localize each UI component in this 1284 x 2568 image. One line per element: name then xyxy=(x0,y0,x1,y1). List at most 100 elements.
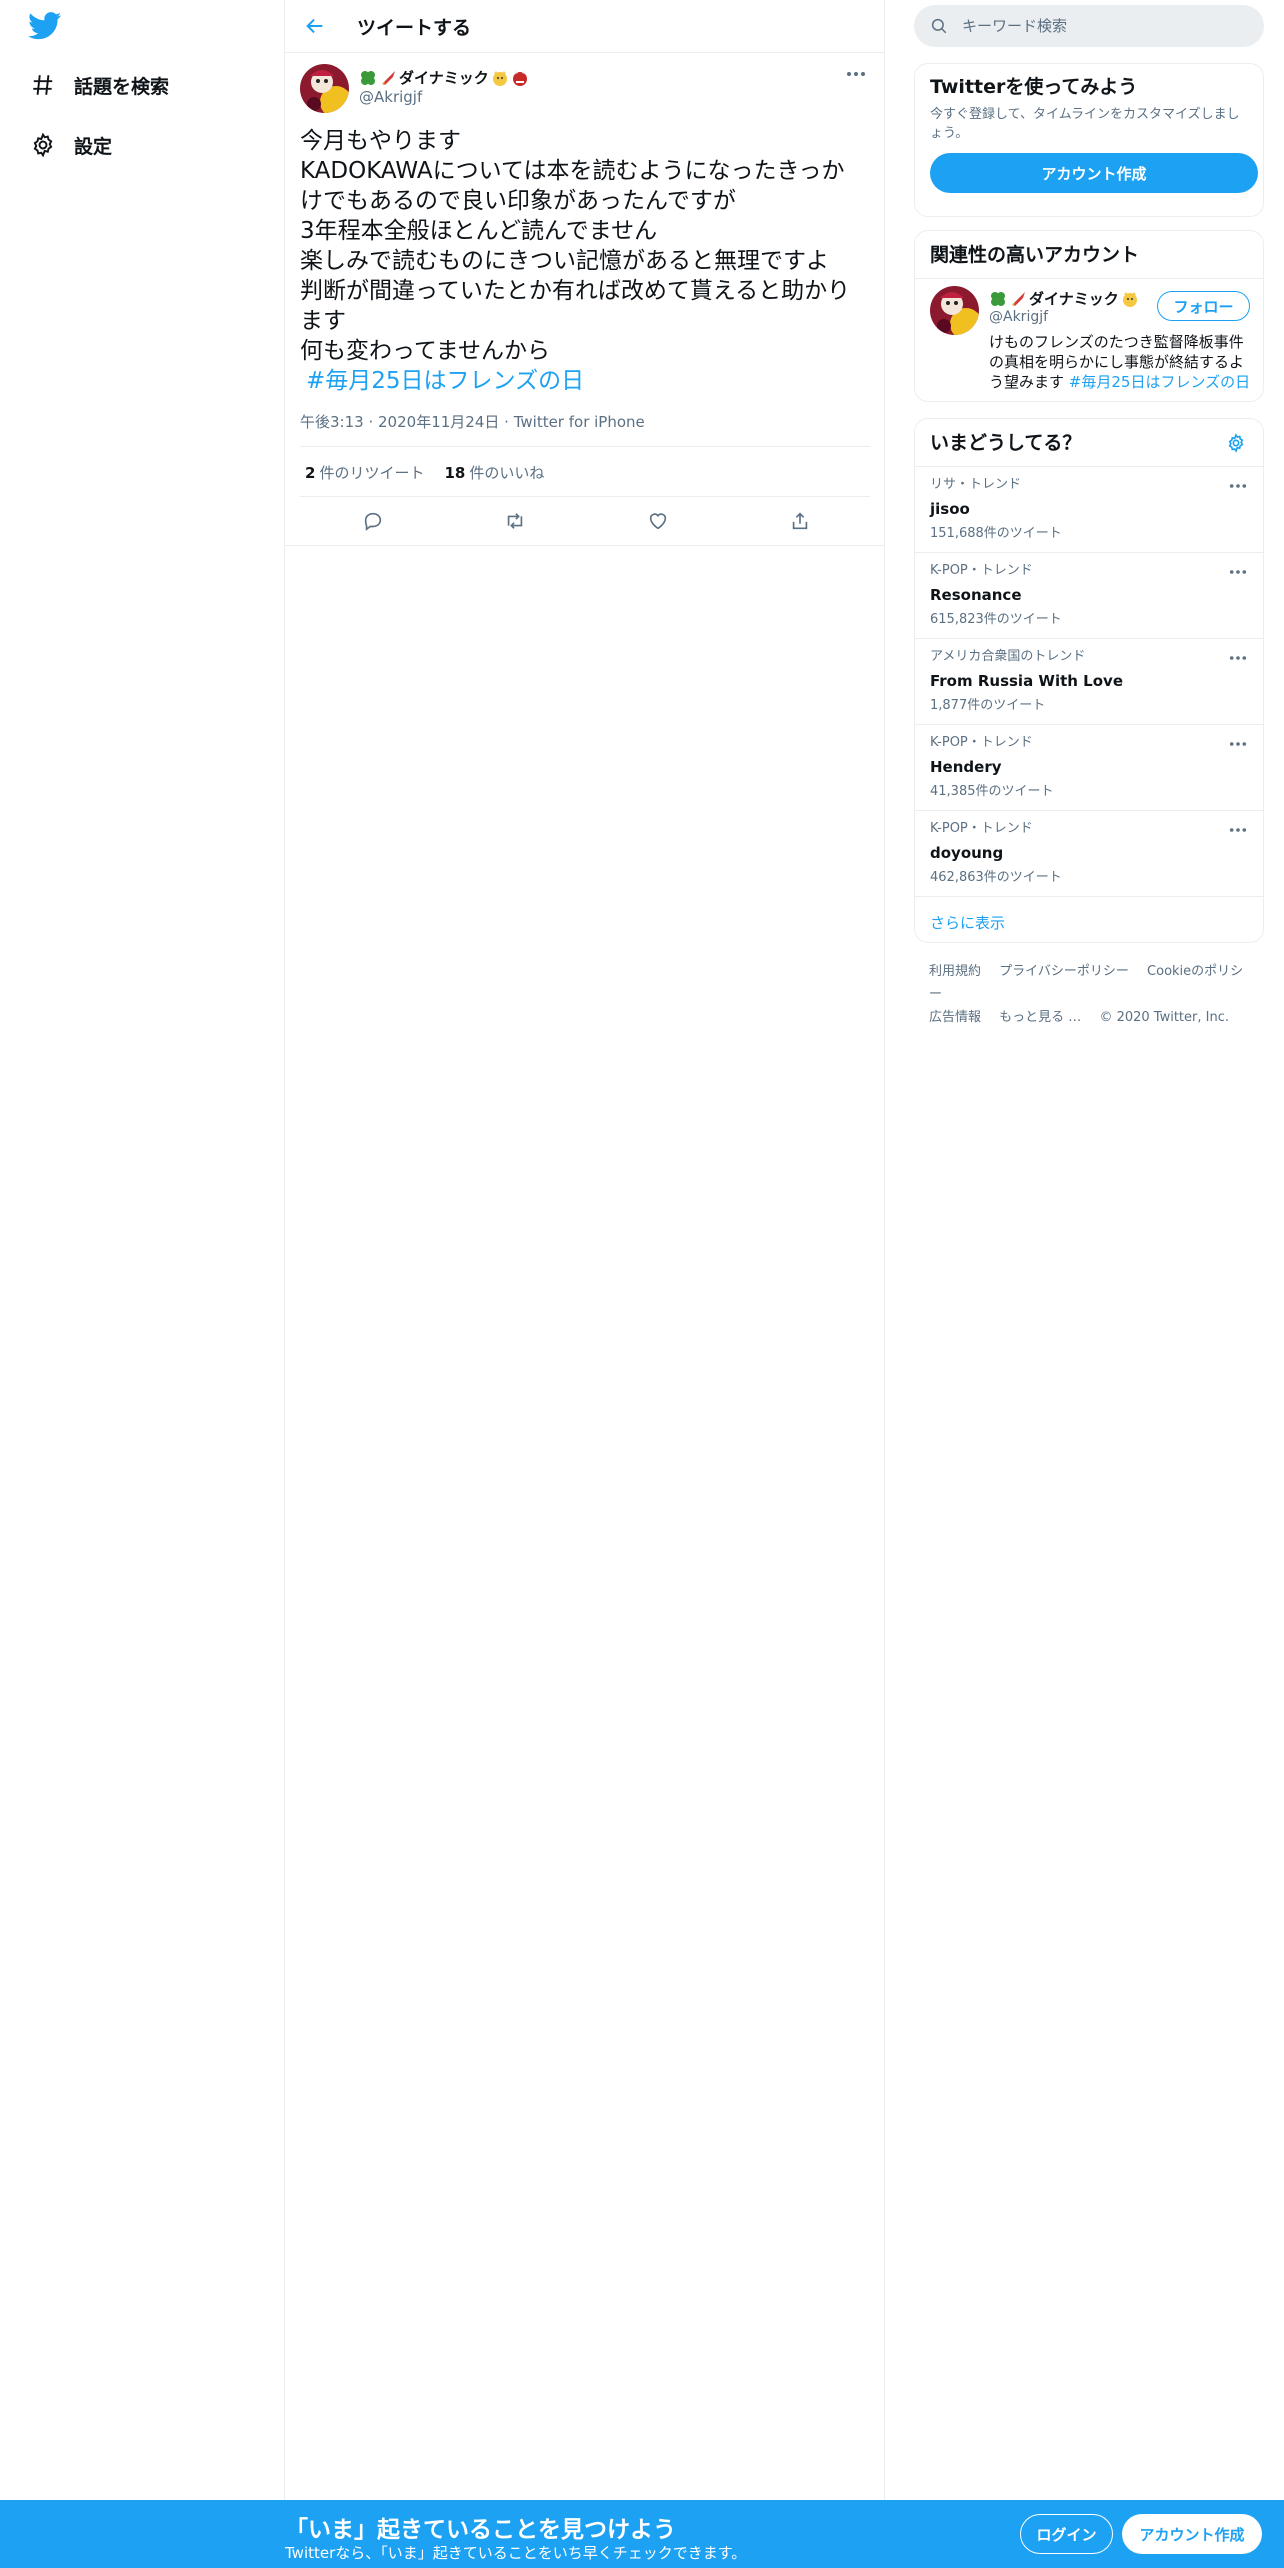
trend-more-button[interactable] xyxy=(1223,819,1253,841)
search-box[interactable] xyxy=(914,5,1264,47)
author-name[interactable]: ダイナミック xyxy=(359,67,531,88)
trend-name: Hendery xyxy=(930,758,1002,776)
more-icon xyxy=(847,72,865,76)
retweet-button[interactable] xyxy=(497,503,533,539)
nav-explore[interactable]: 話題を検索 xyxy=(28,65,169,105)
hashtag-icon xyxy=(28,70,58,100)
nav-settings[interactable]: 設定 xyxy=(28,125,112,165)
author-name-text: ダイナミック xyxy=(399,69,489,87)
tweet-line: 何も変わってませんから xyxy=(300,338,551,364)
back-arrow-icon xyxy=(306,18,323,34)
divider xyxy=(300,446,870,447)
trend-more-button[interactable] xyxy=(1223,561,1253,583)
trends-settings-button[interactable] xyxy=(1224,431,1248,455)
trend-item[interactable]: リサ・トレンド jisoo 151,688件のツイート xyxy=(915,467,1263,553)
tweet-actions xyxy=(300,503,870,539)
footer-more-link[interactable]: もっと見る … xyxy=(999,1010,1081,1025)
tweet-text: 今月もやります KADOKAWAについては本を読むようになったきっか けでもある… xyxy=(300,126,870,396)
related-title: 関連性の高いアカウント xyxy=(915,231,1263,279)
tweet-line: けでもあるので良い印象があったんですが xyxy=(300,188,736,214)
main-column: ツイートする ダイナミック @Akrigjf 今月もやります KADOKAWAに… xyxy=(285,0,885,2500)
related-accounts-panel: 関連性の高いアカウント ダイナミック @Akrigjf フォロー けものフレンズ… xyxy=(914,230,1264,402)
trend-item[interactable]: アメリカ合衆国のトレンド From Russia With Love 1,877… xyxy=(915,639,1263,725)
twitter-logo-icon[interactable] xyxy=(28,12,64,42)
trend-more-button[interactable] xyxy=(1223,647,1253,669)
retweet-stat[interactable]: 2 件のリツイート xyxy=(305,462,424,483)
tweet-hashtag[interactable]: #毎月25日はフレンズの日 xyxy=(306,366,870,396)
tweet-line: 今月もやります xyxy=(300,128,461,154)
more-icon xyxy=(1229,742,1247,746)
cat-icon xyxy=(491,69,509,87)
signup-button[interactable]: アカウント作成 xyxy=(1122,2514,1262,2554)
trends-panel: いまどうしてる？ リサ・トレンド jisoo 151,688件のツイート K-P… xyxy=(914,418,1264,943)
login-button[interactable]: ログイン xyxy=(1020,2514,1113,2554)
page: 話題を検索 設定 ツイートする ダイナミック @Akrigjf 今月もやります … xyxy=(0,0,1284,2568)
like-label: 件のいいね xyxy=(469,464,545,482)
ogre-icon xyxy=(511,69,529,87)
back-button[interactable] xyxy=(295,6,335,46)
trend-count: 41,385件のツイート xyxy=(930,784,1054,799)
tweet-stats: 2 件のリツイート 18 件のいいね xyxy=(305,462,564,483)
trend-more-button[interactable] xyxy=(1223,733,1253,755)
nav-explore-label: 話題を検索 xyxy=(74,75,170,98)
clover-icon xyxy=(989,290,1007,308)
search-icon xyxy=(931,18,947,34)
avatar[interactable] xyxy=(930,286,979,335)
trend-item[interactable]: K-POP・トレンド Hendery 41,385件のツイート xyxy=(915,725,1263,811)
related-account-handle: @Akrigjf xyxy=(989,309,1049,325)
more-icon xyxy=(1229,570,1247,574)
signup-title: Twitterを使ってみよう xyxy=(930,76,1138,98)
tweet-detail: ダイナミック @Akrigjf 今月もやります KADOKAWAについては本を読… xyxy=(285,53,885,553)
tweet-time[interactable]: 午後3:13 xyxy=(300,413,364,431)
like-icon xyxy=(649,513,667,530)
main-header: ツイートする xyxy=(285,0,884,53)
tweet-source[interactable]: Twitter for iPhone xyxy=(514,413,645,431)
like-stat[interactable]: 18 件のいいね xyxy=(444,462,544,483)
tweet-line: 3年程本全般ほとんど読んでません xyxy=(300,218,658,244)
tweet-line: 楽しみで読むものにきつい記憶があると無理ですよ xyxy=(300,248,829,274)
footer-privacy-link[interactable]: プライバシーポリシー xyxy=(999,964,1129,979)
retweet-count: 2 xyxy=(305,464,316,482)
retweet-icon xyxy=(507,513,523,529)
related-bio-hashtag[interactable]: #毎月25日はフレンズの日 xyxy=(1069,373,1250,391)
trend-name: From Russia With Love xyxy=(930,672,1123,690)
trend-count: 615,823件のツイート xyxy=(930,612,1062,627)
more-icon xyxy=(1229,656,1247,660)
bottom-signup-bar: 「いま」起きていることを見つけよう Twitterなら、「いま」起きていることを… xyxy=(0,2500,1284,2568)
trend-name: doyoung xyxy=(930,844,1004,862)
trend-count: 1,877件のツイート xyxy=(930,698,1046,713)
create-account-button[interactable]: アカウント作成 xyxy=(930,153,1258,193)
trend-item[interactable]: K-POP・トレンド Resonance 615,823件のツイート xyxy=(915,553,1263,639)
like-count: 18 xyxy=(444,464,466,482)
related-account-name[interactable]: ダイナミック xyxy=(989,288,1149,309)
share-button[interactable] xyxy=(782,503,818,539)
divider xyxy=(300,496,870,497)
trend-count: 151,688件のツイート xyxy=(930,526,1062,541)
cat-icon xyxy=(1121,290,1139,308)
footer-ads-link[interactable]: 広告情報 xyxy=(929,1010,981,1025)
like-button[interactable] xyxy=(640,503,676,539)
rocket-icon xyxy=(379,69,397,87)
bottom-bar-title: 「いま」起きていることを見つけよう xyxy=(285,2517,676,2543)
show-more-link[interactable]: さらに表示 xyxy=(915,897,1263,942)
avatar[interactable] xyxy=(300,64,349,113)
trend-context: K-POP・トレンド xyxy=(930,563,1033,578)
trend-item[interactable]: K-POP・トレンド doyoung 462,863件のツイート xyxy=(915,811,1263,897)
footer-links: 利用規約 プライバシーポリシー Cookieのポリシー 広告情報 もっと見る …… xyxy=(929,960,1259,1029)
tweet-line: 判断が間違っていたとか有れば改めて貰えると助かり xyxy=(300,278,851,304)
trend-more-button[interactable] xyxy=(1223,475,1253,497)
follow-button[interactable]: フォロー xyxy=(1157,291,1250,321)
reply-button[interactable] xyxy=(355,503,391,539)
tweet-more-button[interactable] xyxy=(841,63,871,85)
trend-count: 462,863件のツイート xyxy=(930,870,1062,885)
footer-terms-link[interactable]: 利用規約 xyxy=(929,964,981,979)
search-input[interactable] xyxy=(962,17,1242,35)
trends-header: いまどうしてる？ xyxy=(915,419,1263,467)
tweet-date[interactable]: 2020年11月24日 xyxy=(378,413,499,431)
author-handle[interactable]: @Akrigjf xyxy=(359,88,422,106)
divider xyxy=(285,545,885,546)
more-icon xyxy=(1229,484,1247,488)
trend-name: jisoo xyxy=(930,500,970,518)
gear-icon xyxy=(1228,432,1244,453)
left-sidebar: 話題を検索 設定 xyxy=(0,0,285,2568)
